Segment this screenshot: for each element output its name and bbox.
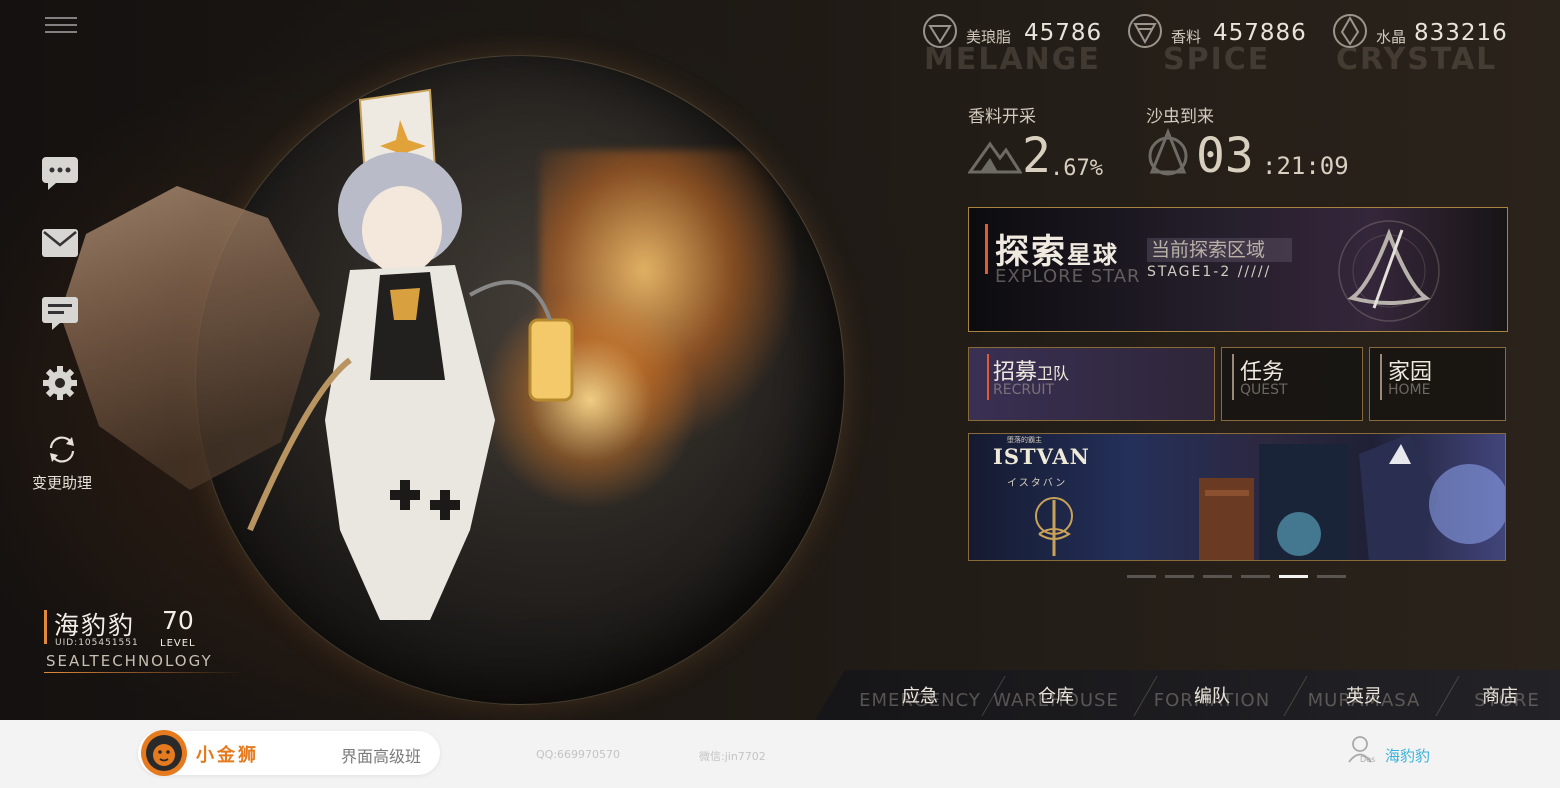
settings-gear-icon[interactable]: [40, 365, 80, 401]
course-name: 界面高级班: [341, 747, 422, 766]
spice-icon: [1128, 14, 1162, 48]
resource-spice[interactable]: SPICE 香料 457886: [1123, 10, 1323, 78]
banner-title: ISTVAN: [993, 444, 1090, 469]
banner-seal-emblem: [1035, 497, 1073, 556]
game-screen: 变更助理 海豹豹 UID:105451551 70 LEVEL SEALTECH…: [0, 0, 1560, 720]
carousel-dot-active[interactable]: [1279, 575, 1308, 578]
mountain-icon: [968, 141, 1022, 174]
brand-name: 小金狮: [196, 745, 259, 766]
designer-name[interactable]: 海豹豹: [1385, 745, 1430, 766]
resource-english: SPICE: [1163, 42, 1271, 77]
change-assistant-button[interactable]: 变更助理: [22, 432, 102, 493]
profile-accent-bar: [44, 610, 47, 644]
trinity-emblem-icon: [1338, 220, 1440, 322]
crystal-icon: [1333, 14, 1367, 48]
nav-label: 仓库: [1038, 686, 1074, 707]
spice-harvest-value: 2: [1022, 128, 1051, 184]
quest-english: QUEST: [1240, 382, 1288, 398]
carousel-dot[interactable]: [1241, 575, 1270, 578]
recruit-accent-bar: [987, 354, 989, 400]
notice-icon[interactable]: [40, 295, 80, 331]
explore-english: EXPLORE STAR: [995, 266, 1141, 287]
player-level: 70: [162, 606, 194, 635]
carousel-dots: [1127, 575, 1346, 578]
footer-bar: 小金狮 界面高级班 QQ:669970570 微信:jin7702 Des 海豹…: [0, 720, 1560, 788]
character-illustration: [247, 88, 574, 620]
recruit-card[interactable]: 招募卫队 RECRUIT: [968, 347, 1215, 421]
helper-label: 变更助理: [31, 474, 92, 492]
nav-emergency[interactable]: EMERGENCY 应急: [845, 670, 995, 720]
resource-value: 457886: [1213, 20, 1307, 46]
swap-icon: [49, 436, 75, 463]
resource-melange[interactable]: MELANGE 美琅脂 45786: [918, 10, 1118, 78]
resource-name: 香料: [1171, 28, 1202, 46]
quest-accent-bar: [1232, 354, 1234, 400]
nav-label: 商店: [1482, 686, 1518, 707]
company-name: SEALTECHNOLOGY: [46, 652, 213, 670]
home-accent-bar: [1380, 354, 1382, 400]
carousel-dot[interactable]: [1165, 575, 1194, 578]
recruit-title-sub: 卫队: [1037, 364, 1070, 383]
nav-label: 应急: [902, 686, 938, 707]
quest-card[interactable]: 任务 QUEST: [1221, 347, 1363, 421]
spice-harvest-decimal: .67%: [1050, 156, 1103, 181]
carousel-dot[interactable]: [1203, 575, 1232, 578]
resource-value: 45786: [1024, 20, 1103, 46]
menu-icon[interactable]: [45, 12, 77, 40]
chat-icon[interactable]: [40, 155, 80, 191]
profile-underline: [44, 672, 244, 673]
resource-name: 美琅脂: [966, 28, 1012, 46]
explore-accent-bar: [985, 224, 988, 274]
qq-contact: QQ:669970570: [536, 748, 621, 761]
worm-arrival-hours: 03: [1196, 128, 1254, 184]
wechat-contact: 微信:jin7702: [699, 750, 766, 763]
explore-stage: STAGE1-2 /////: [1147, 264, 1272, 280]
explore-area-label: 当前探索区域: [1147, 238, 1292, 262]
player-uid: UID:105451551: [55, 638, 139, 648]
spice-harvest-label: 香料开采: [968, 107, 1036, 127]
explore-title-sub: 星球: [1067, 241, 1119, 269]
worm-arrival-time: :21:09: [1262, 152, 1349, 180]
melange-icon: [923, 14, 957, 48]
explore-star-card[interactable]: 探索星球 EXPLORE STAR 当前探索区域 STAGE1-2 /////: [968, 207, 1508, 332]
brand-pill[interactable]: 小金狮 界面高级班: [138, 730, 440, 776]
worm-emblem-icon: [1148, 128, 1188, 176]
home-card[interactable]: 家园 HOME: [1369, 347, 1506, 421]
designer-label: Des: [1360, 755, 1376, 764]
nav-warehouse[interactable]: WAREHOUSE 仓库: [981, 670, 1131, 720]
level-label: LEVEL: [160, 638, 196, 649]
bottom-nav: EMERGENCY 应急 WAREHOUSE 仓库 FORMATION 编队 M…: [815, 670, 1560, 720]
nav-formation[interactable]: FORMATION 编队: [1137, 670, 1287, 720]
nav-label: 编队: [1194, 686, 1230, 707]
mail-icon[interactable]: [40, 225, 80, 261]
lion-logo: [141, 730, 187, 776]
resource-name: 水晶: [1376, 28, 1407, 46]
home-english: HOME: [1388, 382, 1431, 398]
side-toolbar: [40, 155, 82, 435]
resource-value: 833216: [1414, 20, 1508, 46]
worm-arrival-label: 沙虫到来: [1146, 107, 1214, 127]
event-banner[interactable]: 堕落的霸主 ISTVAN イスタバン: [968, 433, 1506, 561]
player-name: 海豹豹: [54, 611, 136, 640]
banner-artwork: [1199, 434, 1505, 560]
carousel-dot[interactable]: [1317, 575, 1346, 578]
resource-crystal[interactable]: CRYSTAL 水晶 833216: [1328, 10, 1528, 78]
nav-store[interactable]: STORE 商店: [1410, 670, 1560, 720]
recruit-english: RECRUIT: [993, 382, 1055, 398]
carousel-dot[interactable]: [1127, 575, 1156, 578]
resource-bar: MELANGE 美琅脂 45786 SPICE 香料 457886 CRYSTA…: [918, 10, 1538, 80]
banner-subtitle: イスタバン: [1007, 478, 1068, 489]
